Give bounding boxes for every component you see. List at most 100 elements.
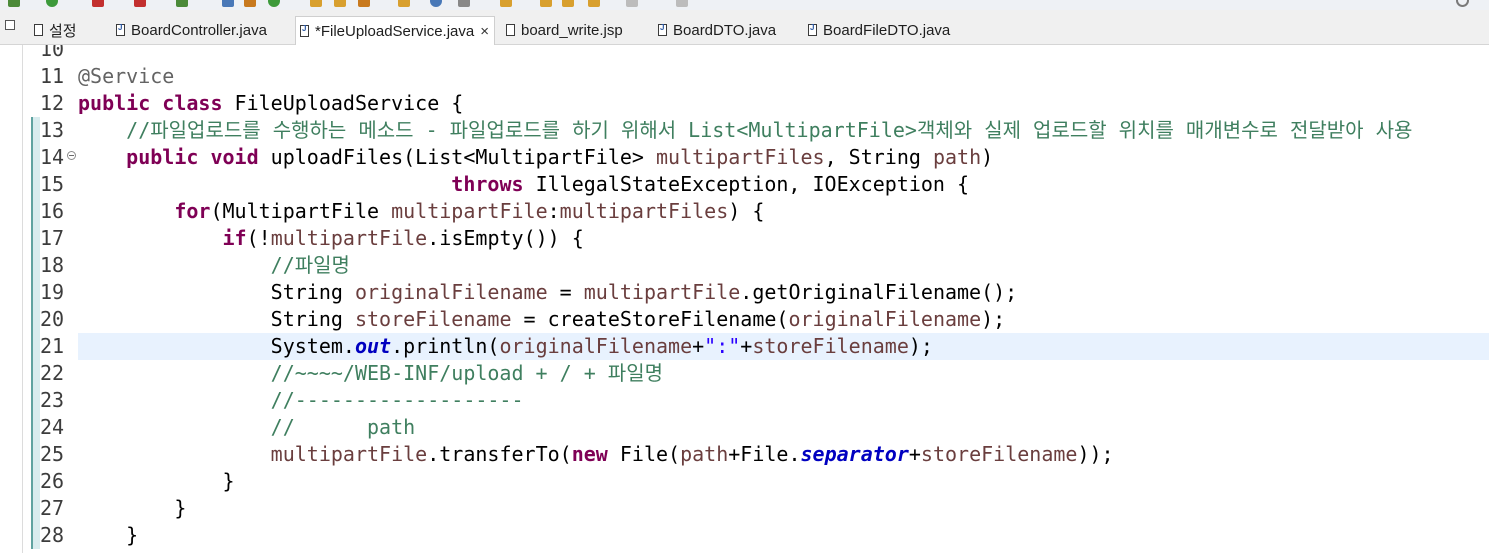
- change-indicator: [31, 63, 40, 90]
- code-token: path: [680, 442, 729, 466]
- tab-board-write[interactable]: board_write.jsp: [502, 16, 623, 44]
- mark-icon[interactable]: [398, 0, 410, 7]
- code-line-row[interactable]: 25 multipartFile.transferTo(new File(pat…: [0, 441, 1489, 468]
- code-line-row[interactable]: 15 throws IllegalStateException, IOExcep…: [0, 171, 1489, 198]
- change-indicator: [31, 441, 40, 468]
- new-class-icon[interactable]: [244, 0, 256, 7]
- code-token: }: [78, 496, 187, 520]
- code-line-row[interactable]: 10: [0, 45, 1489, 63]
- code-token: System.: [78, 334, 355, 358]
- change-indicator: [31, 225, 40, 252]
- code-text[interactable]: public void uploadFiles(List<MultipartFi…: [78, 144, 1489, 171]
- search-icon[interactable]: [1456, 0, 1469, 7]
- next-annotation-icon[interactable]: [500, 0, 512, 7]
- tab-file-upload-service[interactable]: *FileUploadService.java ×: [295, 16, 495, 45]
- code-text[interactable]: String originalFilename = multipartFile.…: [78, 279, 1489, 306]
- refresh-icon[interactable]: [268, 0, 280, 7]
- tab-board-dto[interactable]: BoardDTO.java: [654, 16, 776, 44]
- code-text[interactable]: @Service: [78, 63, 1489, 90]
- history-back-icon[interactable]: [588, 0, 600, 7]
- pin-editor-icon[interactable]: [676, 0, 688, 7]
- edit-icon[interactable]: [358, 0, 370, 7]
- code-token: String: [78, 280, 355, 304]
- tab-label: BoardDTO.java: [673, 21, 777, 39]
- code-line-row[interactable]: 19 String originalFilename = multipartFi…: [0, 279, 1489, 306]
- deploy-icon[interactable]: [176, 0, 188, 7]
- code-token: //~~~~/WEB-INF/upload + / + 파일명: [270, 361, 664, 385]
- code-line-row[interactable]: 17 if(!multipartFile.isEmpty()) {: [0, 225, 1489, 252]
- open-folder-icon[interactable]: [310, 0, 322, 7]
- code-token: public: [78, 91, 151, 115]
- tab-board-controller[interactable]: BoardController.java: [112, 16, 267, 44]
- code-text[interactable]: if(!multipartFile.isEmpty()) {: [78, 225, 1489, 252]
- code-token: void: [210, 145, 259, 169]
- code-text[interactable]: String storeFilename = createStoreFilena…: [78, 306, 1489, 333]
- debug-icon[interactable]: [8, 0, 20, 7]
- code-text[interactable]: //~~~~/WEB-INF/upload + / + 파일명: [78, 360, 1489, 387]
- code-text[interactable]: //-------------------: [78, 387, 1489, 414]
- line-number: 16: [40, 199, 65, 223]
- code-text[interactable]: public class FileUploadService {: [78, 90, 1489, 117]
- back-icon[interactable]: [540, 0, 552, 7]
- code-text[interactable]: for(MultipartFile multipartFile:multipar…: [78, 198, 1489, 225]
- code-editor[interactable]: 10 11 @Service 12 public class FileUploadSer…: [0, 45, 1489, 553]
- code-line-row[interactable]: 28 }: [0, 522, 1489, 549]
- line-number: 24: [40, 415, 65, 439]
- code-line-row[interactable]: 20 String storeFilename = createStoreFil…: [0, 306, 1489, 333]
- close-icon[interactable]: ×: [480, 23, 489, 40]
- history-forward-icon[interactable]: [626, 0, 638, 7]
- code-line-row[interactable]: 14 public void uploadFiles(List<Multipar…: [0, 144, 1489, 171]
- code-token: storeFilename: [354, 307, 512, 331]
- code-text[interactable]: }: [78, 522, 1489, 549]
- code-line-row[interactable]: 21 System.out.println(originalFilename+"…: [0, 333, 1489, 360]
- code-text[interactable]: multipartFile.transferTo(new File(path+F…: [78, 441, 1489, 468]
- open-type-icon[interactable]: [334, 0, 346, 7]
- view-menu-icon[interactable]: [5, 20, 15, 30]
- code-line-row[interactable]: 24 // path: [0, 414, 1489, 441]
- code-line-row[interactable]: 26 }: [0, 468, 1489, 495]
- code-line-row[interactable]: 18 //파일명: [0, 252, 1489, 279]
- code-line-row[interactable]: 11 @Service: [0, 63, 1489, 90]
- code-token: ":": [704, 334, 741, 358]
- change-indicator: [31, 279, 40, 306]
- line-number: 26: [40, 469, 65, 493]
- external-tools-icon[interactable]: [92, 0, 104, 7]
- stop-icon[interactable]: [134, 0, 146, 7]
- code-line-row[interactable]: 12 public class FileUploadService {: [0, 90, 1489, 117]
- code-text[interactable]: //파일명: [78, 252, 1489, 279]
- code-token: separator: [800, 442, 909, 466]
- tab-board-file-dto[interactable]: BoardFileDTO.java: [804, 16, 950, 44]
- code-token: // path: [270, 415, 416, 439]
- code-text[interactable]: System.out.println(originalFilename+":"+…: [78, 333, 1489, 360]
- change-indicator: [31, 360, 40, 387]
- code-text[interactable]: throws IllegalStateException, IOExceptio…: [78, 171, 1489, 198]
- new-package-icon[interactable]: [222, 0, 234, 7]
- line-number: 18: [40, 253, 65, 277]
- code-text[interactable]: [78, 45, 1489, 63]
- line-number: 21: [40, 334, 65, 358]
- code-token: File(: [607, 442, 681, 466]
- code-text[interactable]: // path: [78, 414, 1489, 441]
- code-text[interactable]: }: [78, 495, 1489, 522]
- code-line-row[interactable]: 13 //파일업로드를 수행하는 메소드 - 파일업로드를 하기 위해서 Lis…: [0, 117, 1489, 144]
- run-icon[interactable]: [46, 0, 58, 7]
- code-token: :: [547, 199, 560, 223]
- globe-icon[interactable]: [430, 0, 442, 7]
- code-line-row[interactable]: 27 }: [0, 495, 1489, 522]
- code-line-row[interactable]: 16 for(MultipartFile multipartFile:multi…: [0, 198, 1489, 225]
- code-text[interactable]: //파일업로드를 수행하는 메소드 - 파일업로드를 하기 위해서 List<M…: [78, 117, 1489, 144]
- code-text[interactable]: }: [78, 468, 1489, 495]
- annotation-icon[interactable]: [458, 0, 470, 7]
- line-number: 17: [40, 226, 65, 250]
- forward-icon[interactable]: [562, 0, 574, 7]
- code-line-row[interactable]: 22 //~~~~/WEB-INF/upload + / + 파일명: [0, 360, 1489, 387]
- code-token: .transferTo(: [427, 442, 572, 466]
- tab-settings[interactable]: 설정: [30, 16, 77, 44]
- code-token: = createStoreFilename(: [511, 307, 789, 331]
- collapse-icon[interactable]: [67, 151, 76, 160]
- code-line-row[interactable]: 23 //-------------------: [0, 387, 1489, 414]
